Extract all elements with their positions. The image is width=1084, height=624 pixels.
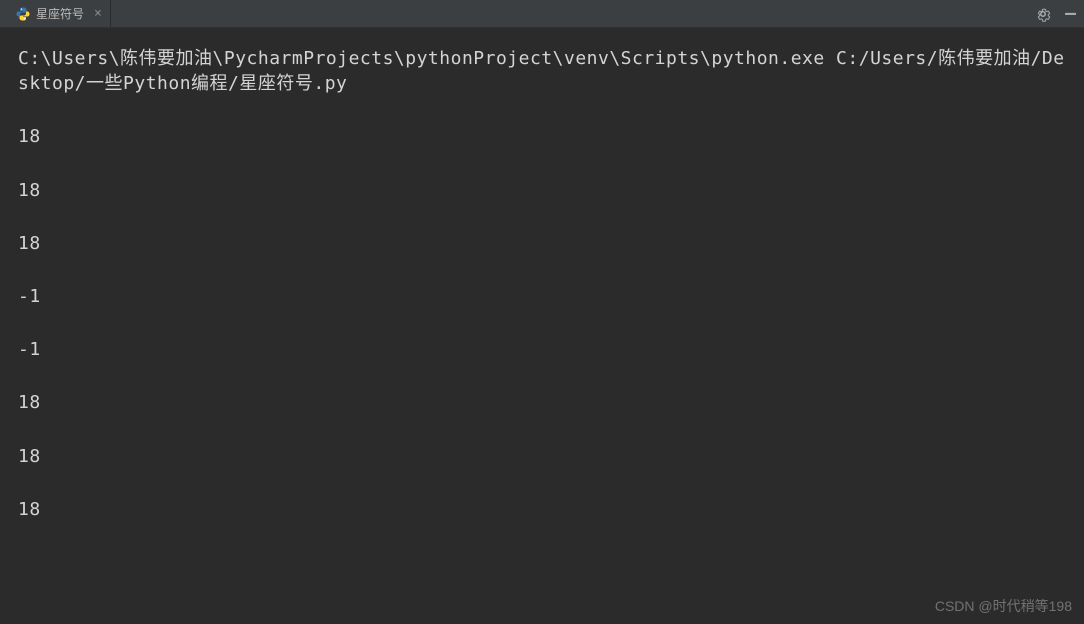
titlebar: 星座符号 × — <box>0 0 1084 28</box>
close-icon[interactable]: × <box>94 6 102 21</box>
minimize-icon[interactable]: — <box>1065 5 1076 23</box>
command-line: C:\Users\陈伟要加油\PycharmProjects\pythonPro… <box>18 46 1066 96</box>
gear-icon[interactable] <box>1035 6 1051 22</box>
output-line: 18 <box>18 497 1066 522</box>
titlebar-controls: — <box>1035 5 1076 23</box>
output-line: 18 <box>18 178 1066 203</box>
watermark: CSDN @时代稍等198 <box>935 596 1072 616</box>
output-line: 18 <box>18 124 1066 149</box>
tab-label: 星座符号 <box>36 5 84 22</box>
tab-area: 星座符号 × <box>8 0 111 27</box>
run-tab[interactable]: 星座符号 × <box>8 0 111 27</box>
console-output: C:\Users\陈伟要加油\PycharmProjects\pythonPro… <box>0 28 1084 568</box>
output-line: -1 <box>18 337 1066 362</box>
python-icon <box>16 7 30 21</box>
output-line: 18 <box>18 390 1066 415</box>
output-line: -1 <box>18 284 1066 309</box>
output-line: 18 <box>18 444 1066 469</box>
output-line: 18 <box>18 231 1066 256</box>
